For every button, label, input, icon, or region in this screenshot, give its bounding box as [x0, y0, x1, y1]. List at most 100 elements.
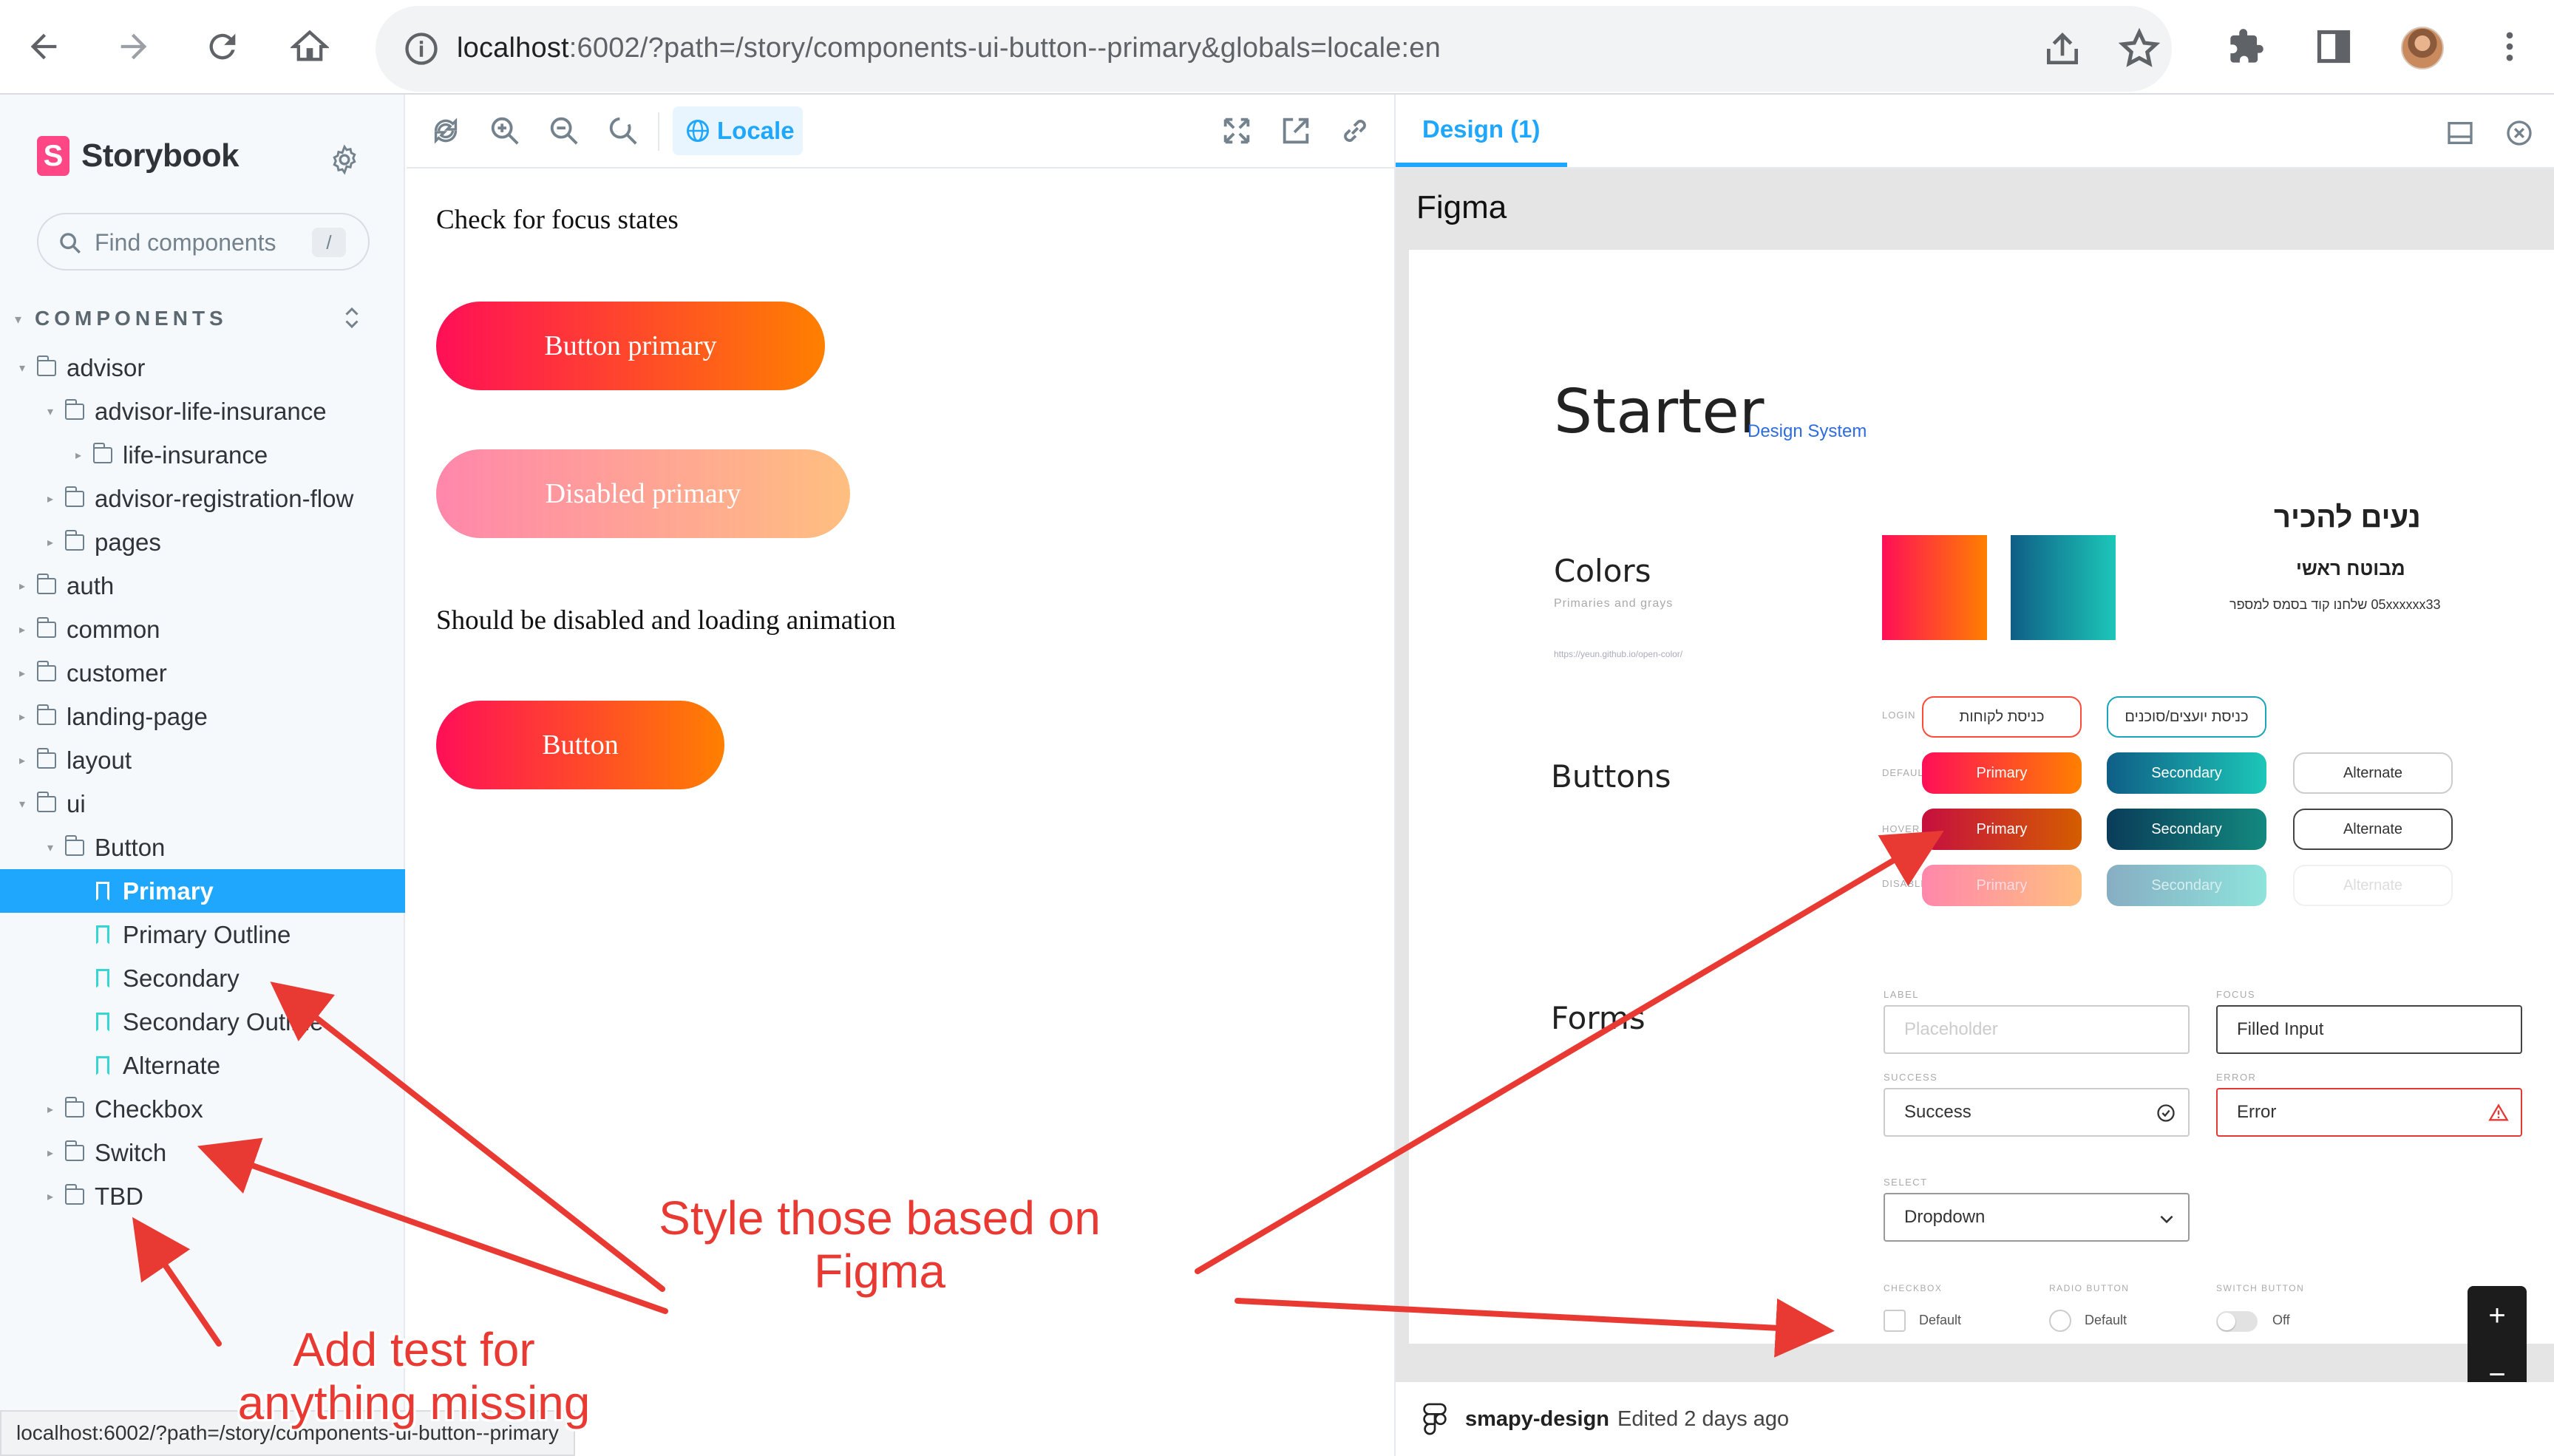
storybook-logo[interactable]: S Storybook [37, 136, 240, 176]
caret-down-icon: ▾ [15, 312, 27, 327]
story-bookmark-icon [96, 925, 109, 945]
tree-item-switch[interactable]: ▸ Switch [0, 1131, 405, 1174]
home-button[interactable] [285, 22, 334, 71]
tree-item-life-insurance[interactable]: ▸ life-insurance [0, 433, 405, 477]
forward-button[interactable] [109, 22, 158, 71]
form-label-radio: RADIO BUTTON [2049, 1283, 2130, 1293]
filled-input[interactable]: Filled Input [2216, 1005, 2522, 1054]
tree-item-ui[interactable]: ▾ ui [0, 782, 405, 826]
tree-item-button[interactable]: ▾ Button [0, 826, 405, 869]
tree-item-primary-outline[interactable]: Primary Outline [0, 913, 405, 956]
tree-item-label: Secondary [123, 964, 240, 992]
tree-item-tbd[interactable]: ▸ TBD [0, 1174, 405, 1218]
expand-collapse-icon[interactable] [339, 305, 365, 331]
disabled-primary-button[interactable]: Disabled primary [436, 449, 850, 538]
share-icon[interactable] [2042, 28, 2083, 69]
zoom-in-icon[interactable] [488, 114, 522, 148]
caret-right-icon: ▸ [75, 449, 82, 462]
annotation-style-note: Style those based on Figma [628, 1191, 1131, 1298]
locale-toggle-button[interactable]: Locale [673, 106, 803, 155]
figma-secondary-hover[interactable]: Secondary [2107, 809, 2266, 850]
search-shortcut-key: / [312, 228, 346, 257]
figma-alternate-hover[interactable]: Alternate [2293, 809, 2453, 850]
zoom-in-button[interactable]: + [2468, 1286, 2527, 1345]
annotation-test-note: Add test for anything missing [222, 1323, 606, 1429]
placeholder-input[interactable]: Placeholder [1884, 1005, 2190, 1054]
side-panel-button[interactable] [2309, 22, 2358, 71]
address-bar[interactable]: localhost:6002/?path=/story/components-u… [376, 6, 2172, 92]
settings-gear-icon[interactable] [328, 143, 361, 176]
success-input[interactable]: Success [1884, 1088, 2190, 1137]
back-button[interactable] [19, 22, 68, 71]
figma-embed: Figma Starter Design System Colors Prima… [1396, 169, 2554, 1455]
tree-item-advisor-registration-flow[interactable]: ▸ advisor-registration-flow [0, 477, 405, 520]
radio-default[interactable] [2049, 1310, 2071, 1332]
figma-design-board[interactable]: Starter Design System Colors Primaries a… [1409, 250, 2554, 1344]
tree-item-auth[interactable]: ▸ auth [0, 564, 405, 608]
tree-item-label: Checkbox [95, 1095, 203, 1123]
fullscreen-icon[interactable] [1220, 114, 1254, 148]
component-search[interactable]: Find components / [37, 213, 370, 271]
button-loading[interactable]: Button [436, 701, 724, 789]
form-label-error: ERROR [2216, 1072, 2257, 1083]
remount-icon[interactable] [429, 114, 463, 148]
story-bookmark-icon [96, 1055, 109, 1075]
figma-primary-hover[interactable]: Primary [1922, 809, 2082, 850]
checkbox-default[interactable] [1884, 1310, 1906, 1332]
dropdown-select[interactable]: Dropdown [1884, 1193, 2190, 1242]
tree-item-label: advisor-registration-flow [95, 484, 354, 512]
tree-item-advisor[interactable]: ▾ advisor [0, 346, 405, 389]
figma-file-name[interactable]: smapy-design [1465, 1407, 1609, 1432]
reload-icon [209, 33, 236, 60]
extensions-button[interactable] [2222, 22, 2271, 71]
toolbar-divider [658, 112, 659, 151]
loading-animation-text: Should be disabled and loading animation [436, 605, 896, 636]
components-section-header[interactable]: ▾ COMPONENTS [15, 307, 228, 330]
browser-toolbar: localhost:6002/?path=/story/components-u… [0, 0, 2554, 95]
tree-item-pages[interactable]: ▸ pages [0, 520, 405, 564]
login-customers-button[interactable]: כניסת לקוחות [1922, 696, 2082, 738]
arrow-right-icon [120, 33, 147, 60]
tree-item-secondary[interactable]: Secondary [0, 956, 405, 1000]
figma-primary-default[interactable]: Primary [1922, 752, 2082, 794]
form-label-checkbox: CHECKBOX [1884, 1283, 1943, 1293]
tree-item-landing-page[interactable]: ▸ landing-page [0, 695, 405, 738]
switch-off-toggle[interactable] [2216, 1311, 2258, 1332]
open-new-tab-icon[interactable] [1279, 114, 1313, 148]
bookmark-star-icon[interactable] [2117, 27, 2161, 71]
caret-right-icon: ▸ [47, 536, 54, 549]
tree-item-alternate[interactable]: Alternate [0, 1044, 405, 1087]
error-input[interactable]: Error [2216, 1088, 2522, 1137]
tree-item-common[interactable]: ▸ common [0, 608, 405, 651]
tree-item-primary[interactable]: Primary [0, 869, 405, 913]
tree-item-label: common [67, 615, 160, 643]
colors-link[interactable]: https://yeun.github.io/open-color/ [1554, 649, 1682, 659]
figma-secondary-default[interactable]: Secondary [2107, 752, 2266, 794]
button-primary[interactable]: Button primary [436, 302, 825, 390]
form-label-switch: SWITCH BUTTON [2216, 1283, 2305, 1293]
tree-item-checkbox[interactable]: ▸ Checkbox [0, 1087, 405, 1131]
login-agents-button[interactable]: כניסת יועצים/סוכנים [2107, 696, 2266, 738]
site-info-icon[interactable] [402, 30, 441, 68]
locale-label: Locale [717, 117, 795, 144]
tree-item-layout[interactable]: ▸ layout [0, 738, 405, 782]
hebrew-greeting-title: נעים להכיר [2274, 501, 2421, 534]
storybook-logo-mark: S [37, 136, 69, 176]
caret-right-icon: ▸ [18, 710, 26, 724]
panel-orientation-icon[interactable] [2445, 118, 2475, 148]
figma-alternate-default[interactable]: Alternate [2293, 752, 2453, 794]
tree-item-secondary-outline[interactable]: Secondary Outline [0, 1000, 405, 1044]
tree-item-label: advisor-life-insurance [95, 397, 327, 425]
copy-link-icon[interactable] [1338, 114, 1372, 148]
tree-item-advisor-life-insurance[interactable]: ▾ advisor-life-insurance [0, 389, 405, 433]
browser-menu-button[interactable] [2485, 22, 2534, 71]
profile-avatar[interactable] [2401, 27, 2444, 69]
reset-zoom-icon[interactable] [606, 114, 640, 148]
tab-design[interactable]: Design (1) [1422, 115, 1541, 143]
close-panel-icon[interactable] [2504, 118, 2534, 148]
tree-item-customer[interactable]: ▸ customer [0, 651, 405, 695]
reload-button[interactable] [198, 22, 247, 71]
figma-logo-icon[interactable] [1422, 1403, 1447, 1437]
zoom-out-icon[interactable] [547, 114, 581, 148]
url-text[interactable]: localhost:6002/?path=/story/components-u… [457, 33, 1441, 64]
